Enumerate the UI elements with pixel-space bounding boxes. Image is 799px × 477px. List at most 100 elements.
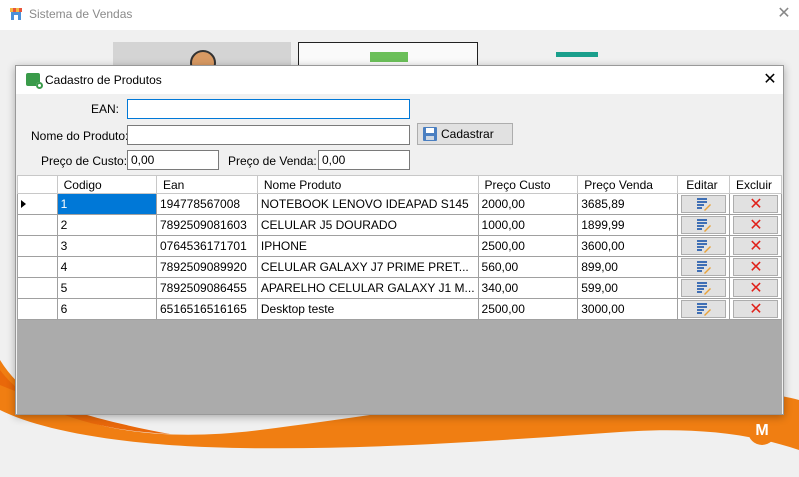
cell-venda[interactable]: 599,00 [577, 277, 678, 299]
row-header[interactable] [17, 256, 58, 278]
delete-icon: ✕ [749, 236, 763, 255]
delete-button[interactable]: ✕ [732, 300, 778, 318]
cell-excluir: ✕ [728, 193, 782, 215]
cell-ean[interactable]: 7892509089920 [155, 256, 258, 278]
delete-icon: ✕ [749, 215, 763, 234]
ean-label: EAN: [91, 102, 120, 116]
column-header-editar[interactable]: Editar [676, 175, 730, 194]
cell-editar [676, 298, 730, 320]
edit-button[interactable] [680, 216, 726, 234]
column-header-preco-venda[interactable]: Preço Venda [577, 175, 678, 194]
edit-button[interactable] [680, 258, 726, 276]
column-header-ean[interactable]: Ean [155, 175, 258, 194]
cell-excluir: ✕ [728, 235, 782, 257]
cell-nome[interactable]: NOTEBOOK LENOVO IDEAPAD S145 [256, 193, 479, 215]
cell-custo[interactable]: 1000,00 [477, 214, 579, 236]
cell-ean[interactable]: 7892509081603 [155, 214, 258, 236]
cell-nome[interactable]: CELULAR GALAXY J7 PRIME PRET... [256, 256, 479, 278]
column-header-nome-produto[interactable]: Nome Produto [256, 175, 479, 194]
cadastrar-button-label: Cadastrar [441, 127, 494, 141]
row-header[interactable] [17, 214, 58, 236]
column-header-codigo[interactable]: Codigo [56, 175, 157, 194]
main-title-bar: Sistema de Vendas ✕ [0, 0, 799, 30]
cell-custo[interactable]: 2000,00 [477, 193, 579, 215]
cell-codigo[interactable]: 5 [56, 277, 157, 299]
dialog-close-button[interactable]: ✕ [759, 69, 781, 91]
row-header[interactable] [17, 277, 58, 299]
main-close-button[interactable]: ✕ [770, 2, 798, 26]
table-row[interactable]: 6 6516516516165 Desktop teste 2500,00 30… [17, 298, 782, 320]
delete-icon: ✕ [749, 278, 763, 297]
grid-header-row: Codigo Ean Nome Produto Preço Custo Preç… [17, 175, 782, 194]
products-table: Codigo Ean Nome Produto Preço Custo Preç… [17, 175, 782, 320]
edit-icon [696, 282, 711, 295]
edit-icon [696, 240, 711, 253]
cell-nome[interactable]: IPHONE [256, 235, 479, 257]
table-row[interactable]: 3 0764536171701 IPHONE 2500,00 3600,00 ✕ [17, 235, 782, 257]
edit-button[interactable] [680, 300, 726, 318]
cell-custo[interactable]: 560,00 [477, 256, 579, 278]
cell-excluir: ✕ [728, 256, 782, 278]
preco-venda-label: Preço de Venda: [228, 154, 317, 168]
row-header[interactable] [17, 235, 58, 257]
cell-custo[interactable]: 340,00 [477, 277, 579, 299]
dialog-title: Cadastro de Produtos [45, 73, 162, 87]
ean-input[interactable] [127, 99, 410, 119]
edit-icon [696, 198, 711, 211]
cell-nome[interactable]: CELULAR J5 DOURADO [256, 214, 479, 236]
edit-button[interactable] [680, 279, 726, 297]
row-header[interactable] [17, 298, 58, 320]
preco-custo-input[interactable]: 0,00 [127, 150, 219, 170]
add-product-icon [26, 73, 43, 89]
delete-button[interactable]: ✕ [732, 257, 778, 276]
edit-button[interactable] [680, 237, 726, 255]
edit-icon [696, 303, 711, 316]
cell-ean[interactable]: 7892509086455 [155, 277, 258, 299]
cell-editar [676, 256, 730, 278]
cell-codigo[interactable]: 2 [56, 214, 157, 236]
store-icon [10, 8, 22, 20]
table-row[interactable]: 1 194778567008 NOTEBOOK LENOVO IDEAPAD S… [17, 193, 782, 215]
delete-button[interactable]: ✕ [732, 236, 778, 255]
cell-excluir: ✕ [728, 277, 782, 299]
delete-button[interactable]: ✕ [732, 215, 778, 234]
preco-venda-input[interactable]: 0,00 [318, 150, 410, 170]
cell-venda[interactable]: 3000,00 [577, 298, 678, 320]
table-row[interactable]: 4 7892509089920 CELULAR GALAXY J7 PRIME … [17, 256, 782, 278]
cell-ean[interactable]: 6516516516165 [155, 298, 258, 320]
cell-venda[interactable]: 1899,99 [577, 214, 678, 236]
nome-produto-input[interactable] [127, 125, 410, 145]
cell-codigo[interactable]: 1 [56, 193, 157, 215]
cell-nome[interactable]: Desktop teste [256, 298, 479, 320]
cell-nome[interactable]: APARELHO CELULAR GALAXY J1 M... [256, 277, 479, 299]
delete-icon: ✕ [749, 257, 763, 276]
column-header-preco-custo[interactable]: Preço Custo [477, 175, 579, 194]
cell-custo[interactable]: 2500,00 [477, 235, 579, 257]
table-row[interactable]: 5 7892509086455 APARELHO CELULAR GALAXY … [17, 277, 782, 299]
current-row-indicator-icon [21, 200, 26, 208]
cell-venda[interactable]: 899,00 [577, 256, 678, 278]
cell-excluir: ✕ [728, 214, 782, 236]
cadastro-produtos-dialog: Cadastro de Produtos ✕ EAN: Nome do Prod… [15, 65, 784, 415]
window-title: Sistema de Vendas [29, 7, 133, 21]
company-logo: M [748, 417, 776, 445]
delete-button[interactable]: ✕ [732, 278, 778, 297]
cadastrar-button[interactable]: Cadastrar [417, 123, 513, 145]
delete-button[interactable]: ✕ [732, 195, 778, 213]
cell-codigo[interactable]: 3 [56, 235, 157, 257]
edit-button[interactable] [680, 195, 726, 213]
cell-ean[interactable]: 0764536171701 [155, 235, 258, 257]
cell-venda[interactable]: 3600,00 [577, 235, 678, 257]
cell-codigo[interactable]: 6 [56, 298, 157, 320]
cell-custo[interactable]: 2500,00 [477, 298, 579, 320]
products-grid: Codigo Ean Nome Produto Preço Custo Preç… [17, 175, 782, 414]
row-header[interactable] [17, 193, 58, 215]
table-row[interactable]: 2 7892509081603 CELULAR J5 DOURADO 1000,… [17, 214, 782, 236]
column-header-excluir[interactable]: Excluir [728, 175, 782, 194]
cell-editar [676, 214, 730, 236]
edit-icon [696, 219, 711, 232]
cell-venda[interactable]: 3685,89 [577, 193, 678, 215]
cell-codigo[interactable]: 4 [56, 256, 157, 278]
cell-ean[interactable]: 194778567008 [155, 193, 258, 215]
cell-editar [676, 277, 730, 299]
